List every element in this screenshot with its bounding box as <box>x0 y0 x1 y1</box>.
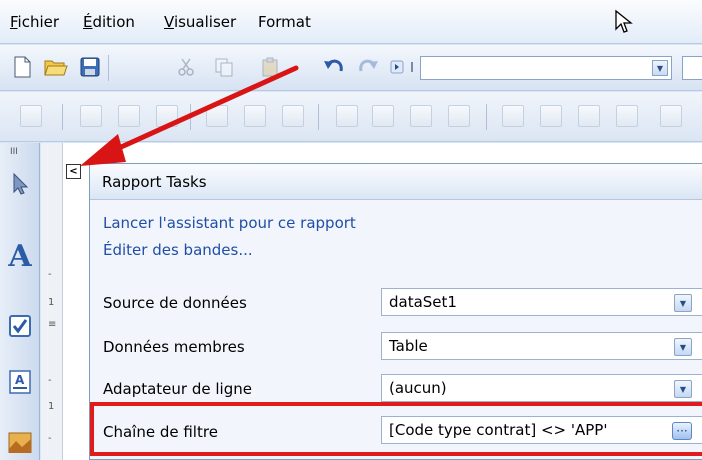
app-window: Fichier Édition Visualiser Format ▼ III … <box>0 0 702 460</box>
annotation-arrow-icon <box>80 65 299 166</box>
